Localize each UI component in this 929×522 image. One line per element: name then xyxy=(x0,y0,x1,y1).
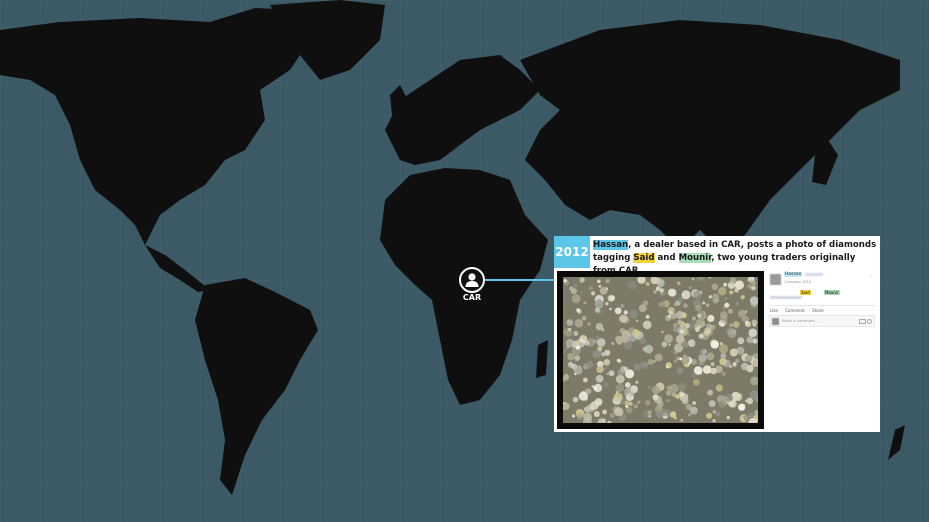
divider xyxy=(769,305,875,306)
post-actions: Like Comment Share xyxy=(770,308,830,313)
caption-text-2: and xyxy=(654,253,679,263)
emoji-icon[interactable] xyxy=(867,319,872,324)
connector-line xyxy=(485,279,555,281)
blurred-text xyxy=(805,273,823,276)
comment-input[interactable]: Write a comment... xyxy=(782,318,818,323)
location-marker[interactable] xyxy=(459,267,485,293)
name-hassan: Hassan xyxy=(593,240,629,250)
year-badge: 2012 xyxy=(554,236,590,268)
marker-label: CAR xyxy=(462,293,482,302)
post-author[interactable]: Hassan xyxy=(784,272,803,277)
name-mounir: Mounir xyxy=(678,253,712,263)
share-button[interactable]: Share xyxy=(812,308,824,313)
person-icon xyxy=(465,273,479,287)
tag-said[interactable]: Said xyxy=(800,290,811,295)
event-card: 2012 Hassan, a dealer based in CAR, post… xyxy=(554,236,880,432)
commenter-avatar xyxy=(772,318,779,325)
diamonds-image xyxy=(563,277,758,423)
chevron-down-icon[interactable]: ⌄ xyxy=(870,273,873,278)
diamonds-photo xyxy=(557,271,764,429)
post-avatar xyxy=(770,274,781,285)
tag-mounir[interactable]: Mounir xyxy=(824,290,840,295)
blurred-text xyxy=(770,296,802,299)
social-post: Hassan ⌄ 1 January 2012 · Said Mounir Li… xyxy=(767,271,877,429)
like-button[interactable]: Like xyxy=(770,308,778,313)
post-date: 1 January 2012 · xyxy=(784,280,814,284)
camera-icon[interactable] xyxy=(859,319,866,324)
name-said: Said xyxy=(633,253,655,263)
comment-button[interactable]: Comment xyxy=(785,308,805,313)
comment-box[interactable]: Write a comment... xyxy=(769,315,875,327)
